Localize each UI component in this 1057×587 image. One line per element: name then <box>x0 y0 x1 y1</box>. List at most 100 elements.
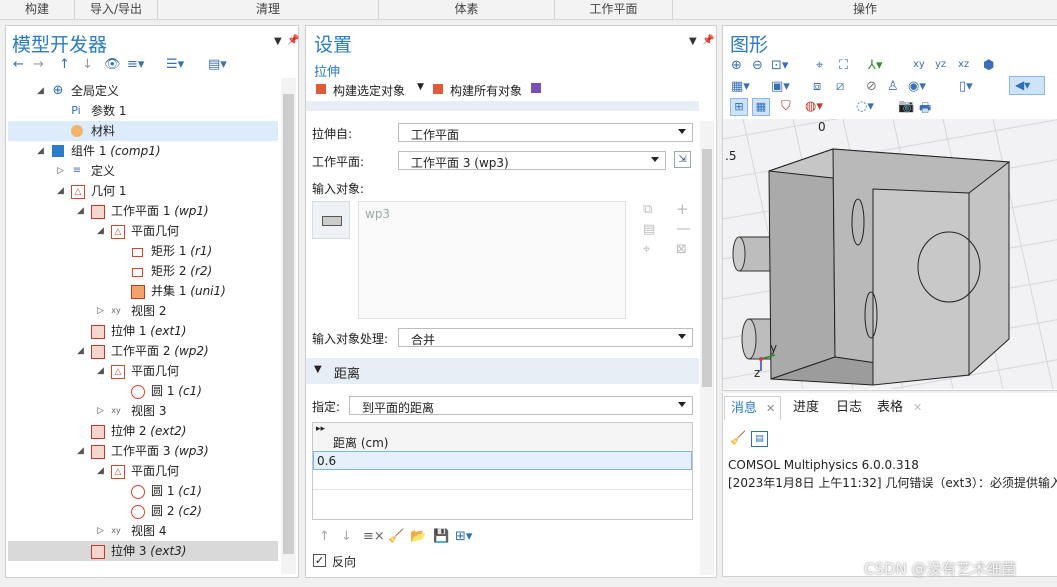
clear-messages-icon[interactable]: 🧹 <box>730 431 746 446</box>
tab-messages[interactable]: 消息 ✕ <box>724 396 781 420</box>
tree-item-rectangle-2[interactable]: 矩形 2 (r2) <box>8 261 278 281</box>
expand-icon[interactable]: ▷ <box>97 301 104 321</box>
tree-item-circle-2[interactable]: 圆 2 (c2) <box>8 501 278 521</box>
table-row[interactable] <box>313 470 692 490</box>
expand-icon[interactable]: ▷ <box>97 521 104 541</box>
chevron-down-icon[interactable]: ▼ <box>417 82 424 92</box>
view-xz-icon[interactable]: xz <box>958 59 969 70</box>
extrude-from-select[interactable]: 工作平面 <box>398 123 693 142</box>
expand-icon[interactable]: ☰▾ <box>166 57 184 72</box>
input-object-item[interactable]: wp3 <box>365 207 390 221</box>
close-icon[interactable]: ✕ <box>913 396 922 420</box>
table-row[interactable]: 0.6 <box>313 451 692 470</box>
tree-item-plane-geometry[interactable]: ◢ △ 平面几何 <box>8 221 278 241</box>
delete-rows-icon[interactable]: ≡× <box>363 529 385 544</box>
expand-icon[interactable]: ▷ <box>57 161 64 181</box>
graphics-canvas[interactable]: 0 .5 y z <box>723 119 1057 389</box>
back-arrow-icon[interactable]: ← <box>13 57 24 72</box>
collapse-icon[interactable]: ◢ <box>77 441 84 461</box>
tree-item-work-plane-2[interactable]: ◢ 工作平面 2 (wp2) <box>8 341 278 361</box>
move-down-icon[interactable]: ↓ <box>82 57 93 72</box>
tree-item-view-3[interactable]: ▷ xy 视图 3 <box>8 401 278 421</box>
pin-icon[interactable]: 📌 <box>702 35 714 46</box>
collapse-icon[interactable]: ◢ <box>37 81 44 101</box>
tree-item-circle-1[interactable]: 圆 1 (c1) <box>8 381 278 401</box>
zoom-in-icon[interactable]: ⊕ <box>731 58 742 73</box>
grid-icon[interactable]: ▦ <box>752 98 770 116</box>
zoom-box-icon[interactable]: ⊡▾ <box>771 58 788 73</box>
scene-light-icon[interactable]: ⛉ <box>781 99 791 114</box>
remove-icon[interactable]: — <box>676 219 691 237</box>
tree-item-extrude-2[interactable]: 拉伸 2 (ext2) <box>8 421 278 441</box>
move-down-icon[interactable]: ↓ <box>341 529 352 544</box>
user-view-icon[interactable]: ♙ <box>887 79 899 94</box>
paste-icon[interactable]: ▤ <box>643 222 655 237</box>
tree-item-union-1[interactable]: 并集 1 (uni1) <box>8 281 278 301</box>
select-box-icon[interactable]: ⧈ <box>813 79 821 94</box>
ribbon-group-work-plane[interactable]: 工作平面 <box>555 0 673 19</box>
screenshot-icon[interactable]: 📷 <box>898 99 914 114</box>
tree-item-materials[interactable]: 材料 <box>8 121 278 141</box>
tree-item-view-4[interactable]: ▷ xy 视图 4 <box>8 521 278 541</box>
ribbon-group-build[interactable]: 构建 <box>0 0 75 19</box>
light-toggle-button[interactable]: ◀▾ <box>1009 76 1045 95</box>
activate-selection-toggle[interactable] <box>312 201 350 239</box>
ribbon-group-voxels[interactable]: 体素 <box>379 0 555 19</box>
work-plane-select[interactable]: 工作平面 3 (wp3) <box>398 151 666 170</box>
panel-menu-icon[interactable]: ▼ <box>689 36 697 47</box>
add-icon[interactable]: + <box>676 200 689 218</box>
transparency-icon[interactable]: ◌▾ <box>856 99 874 114</box>
camera-settings-icon[interactable]: ▦▾ <box>731 79 750 94</box>
collapse-icon[interactable]: ◢ <box>97 361 104 381</box>
clear-table-icon[interactable]: 🧹 <box>388 529 404 544</box>
tree-item-extrude-1[interactable]: 拉伸 1 (ext1) <box>8 321 278 341</box>
tree-item-plane-geometry[interactable]: ◢ △ 平面几何 <box>8 361 278 381</box>
show-hidden-icon[interactable]: ◉▾ <box>908 79 926 94</box>
collapse-icon[interactable]: ◢ <box>97 461 104 481</box>
deselect-box-icon[interactable]: ⧄ <box>836 79 844 94</box>
print-icon[interactable]: 🖶 <box>919 99 931 121</box>
move-up-icon[interactable]: ↑ <box>59 57 70 72</box>
collapse-icon[interactable]: ◢ <box>77 341 84 361</box>
collapse-icon[interactable]: ◢ <box>77 201 84 221</box>
tab-table[interactable]: 表格 ✕ <box>871 396 929 420</box>
view-yz-icon[interactable]: yz <box>935 59 946 70</box>
fast-forward-icon[interactable]: ▸▸ <box>316 424 325 434</box>
close-icon[interactable]: ✕ <box>766 397 775 421</box>
settings-scrollbar-thumb[interactable] <box>702 149 712 387</box>
settings-scrollbar[interactable] <box>700 121 714 575</box>
save-icon[interactable]: 💾 <box>433 529 449 544</box>
graphics-update-icon[interactable] <box>531 83 541 93</box>
tree-item-circle-1[interactable]: 圆 1 (c1) <box>8 481 278 501</box>
tree-item-extrude-3[interactable]: 拉伸 3 (ext3) <box>8 541 278 561</box>
axis-orientation-icon[interactable]: ⅄▾ <box>868 58 882 73</box>
wireframe-icon[interactable]: ▯▾ <box>959 79 973 94</box>
ribbon-group-operations[interactable]: 操作 <box>673 0 1057 19</box>
default-view-icon[interactable]: ⬢ <box>983 58 994 73</box>
tree-item-definitions[interactable]: ▷ ≡ 定义 <box>8 161 278 181</box>
distance-value-cell[interactable]: 0.6 <box>317 454 336 468</box>
zoom-selected-icon[interactable]: ⌖ <box>816 58 823 73</box>
panel-menu-icon[interactable]: ▼ <box>274 36 282 47</box>
tree-item-component-1[interactable]: ◢ 组件 1 (comp1) <box>8 141 278 161</box>
tab-log[interactable]: 日志 <box>830 396 868 420</box>
move-up-icon[interactable]: ↑ <box>319 529 330 544</box>
open-file-icon[interactable]: 📂 <box>410 529 426 544</box>
tree-item-plane-geometry[interactable]: ◢ △ 平面几何 <box>8 461 278 481</box>
hide-icon[interactable]: ⊘ <box>866 79 877 94</box>
collapse-icon[interactable]: ◢ <box>37 141 44 161</box>
sort-icon[interactable]: ≡▾ <box>127 57 144 72</box>
tree-scrollbar[interactable] <box>281 78 296 574</box>
ribbon-group-cleanup[interactable]: 清理 <box>158 0 379 19</box>
tree-item-geometry-1[interactable]: ◢ △ 几何 1 <box>8 181 278 201</box>
reverse-checkbox[interactable]: ✓ <box>313 554 326 567</box>
list-view-icon[interactable]: ▤▾ <box>208 57 227 72</box>
zoom-selection-icon[interactable]: ⌖ <box>643 242 650 257</box>
distance-section-header[interactable]: ▼ 距离 <box>306 358 699 384</box>
select-boundary-icon[interactable]: ⊞ <box>730 98 748 116</box>
collapse-icon[interactable]: ◢ <box>97 221 104 241</box>
go-to-source-icon[interactable]: ⇲ <box>674 151 691 168</box>
tree-item-view-2[interactable]: ▷ xy 视图 2 <box>8 301 278 321</box>
view-xy-icon[interactable]: xy <box>913 59 925 70</box>
copy-icon[interactable]: ⧉ <box>643 202 652 217</box>
